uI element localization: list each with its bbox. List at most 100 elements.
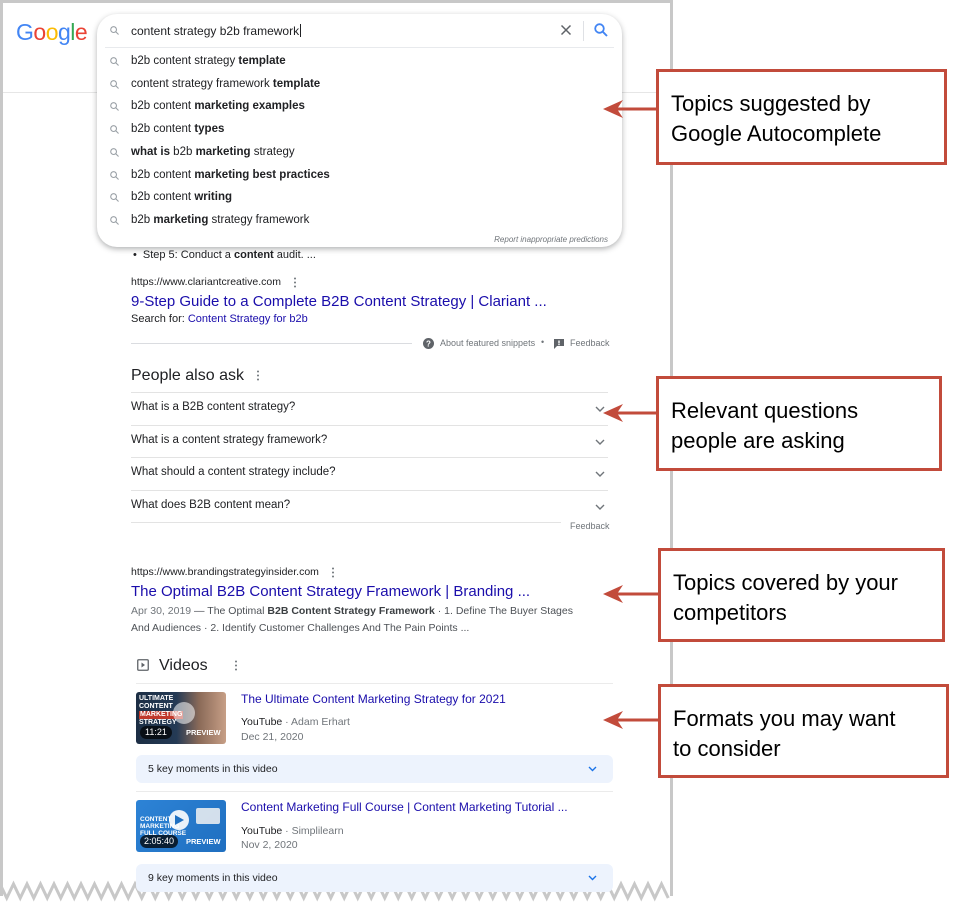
video-source: YouTube · Adam Erhart bbox=[241, 716, 350, 728]
report-predictions-link[interactable]: Report inappropriate predictions bbox=[494, 235, 608, 244]
suggestion-plain: b2b bbox=[131, 213, 154, 226]
suggestion-item[interactable]: b2b marketing strategy framework bbox=[97, 210, 622, 232]
more-options-icon[interactable] bbox=[234, 660, 238, 671]
search-query: content strategy b2b framework bbox=[131, 24, 300, 38]
snippet-bold: B2B Content Strategy Framework bbox=[267, 605, 435, 617]
logo-letter: e bbox=[74, 19, 88, 45]
suggestion-bold: what is bbox=[131, 145, 170, 158]
suggestion-item[interactable]: b2b content types bbox=[97, 119, 622, 141]
key-moments-toggle[interactable]: 5 key moments in this video bbox=[136, 755, 613, 783]
key-moments-label: 9 key moments in this video bbox=[148, 872, 278, 884]
result-date: Apr 30, 2019 bbox=[131, 605, 192, 617]
suggestion-plain: b2b content strategy bbox=[131, 55, 239, 67]
suggestion-plain: b2b content bbox=[131, 123, 195, 136]
video-duration: 11:21 bbox=[140, 726, 172, 739]
suggestion-plain: b2b content bbox=[131, 168, 195, 181]
annotation-line: people are asking bbox=[671, 428, 845, 453]
suggestion-bold: marketing bbox=[153, 213, 209, 226]
video-title-link[interactable]: Content Marketing Full Course | Content … bbox=[241, 800, 568, 814]
annotation-line: Relevant questions bbox=[671, 398, 859, 423]
annotation-line: Topics covered by your bbox=[673, 570, 898, 595]
chevron-down-icon[interactable] bbox=[594, 438, 606, 446]
search-button-icon[interactable] bbox=[593, 22, 609, 38]
suggestion-bold: marketing examples bbox=[194, 100, 305, 113]
chevron-down-icon[interactable] bbox=[594, 503, 606, 511]
search-for-link[interactable]: Content Strategy for b2b bbox=[188, 313, 308, 325]
search-icon bbox=[110, 125, 119, 135]
suggestion-text: b2b content marketing best practices bbox=[131, 169, 330, 181]
bullet-text: Step 5: Conduct a bbox=[142, 249, 234, 261]
google-logo[interactable]: Google bbox=[16, 19, 88, 46]
more-options-icon[interactable] bbox=[331, 567, 335, 578]
suggestion-item[interactable]: b2b content marketing best practices bbox=[97, 165, 622, 187]
annotation-text: Topics suggested by Google Autocomplete bbox=[671, 89, 881, 149]
suggestion-item[interactable]: b2b content strategy template bbox=[97, 51, 622, 73]
logo-letter: o bbox=[45, 19, 59, 45]
logo-letter: G bbox=[16, 19, 34, 45]
video-date: Nov 2, 2020 bbox=[241, 839, 298, 851]
feedback-link[interactable]: Feedback bbox=[570, 338, 610, 348]
suggestion-item[interactable]: b2b content marketing examples bbox=[97, 96, 622, 118]
annotation-text: Topics covered by your competitors bbox=[673, 568, 898, 628]
snippet-text: · 1. Define The Buyer Stages bbox=[434, 605, 573, 617]
paa-divider bbox=[131, 392, 608, 393]
play-button-icon bbox=[173, 702, 195, 724]
video-divider bbox=[136, 791, 613, 792]
chevron-down-icon[interactable] bbox=[594, 470, 606, 478]
annotation-arrow-icon bbox=[603, 711, 660, 729]
key-moments-toggle[interactable]: 9 key moments in this video bbox=[136, 864, 613, 892]
annotation-line: Formats you may want bbox=[673, 706, 896, 731]
suggestion-text: what is b2b marketing strategy bbox=[131, 146, 295, 158]
logo-letter: o bbox=[33, 19, 46, 45]
suggestion-item[interactable]: b2b content writing bbox=[97, 187, 622, 209]
suggestion-plain: b2b bbox=[169, 145, 196, 158]
suggestion-bold: marketing bbox=[195, 145, 251, 158]
bullet-text-end: audit. ... bbox=[273, 249, 316, 261]
clear-icon[interactable] bbox=[558, 22, 574, 38]
annotation-text: Formats you may want to consider bbox=[673, 704, 896, 764]
paa-question-text[interactable]: What does B2B content mean? bbox=[131, 499, 290, 511]
video-date: Dec 21, 2020 bbox=[241, 731, 304, 743]
preview-label: PREVIEW bbox=[186, 837, 221, 846]
video-title-link[interactable]: The Ultimate Content Marketing Strategy … bbox=[241, 692, 506, 706]
suggestion-plain: strategy framework bbox=[208, 213, 310, 226]
annotation-line: Topics suggested by bbox=[671, 91, 871, 116]
annotation-line: competitors bbox=[673, 600, 787, 625]
video-thumbnail[interactable]: ULTIMATE CONTENT MARKETING STRATEGY 11:2… bbox=[136, 692, 226, 744]
annotation-line: to consider bbox=[673, 736, 781, 761]
separator-dot: • bbox=[541, 337, 545, 347]
people-also-ask-heading: People also ask bbox=[131, 367, 244, 384]
logo-letter: g bbox=[57, 19, 71, 45]
videos-divider bbox=[136, 683, 613, 684]
annotation-callout: Formats you may want to consider bbox=[658, 684, 949, 778]
result-title-link[interactable]: The Optimal B2B Content Strategy Framewo… bbox=[131, 583, 530, 600]
more-options-icon[interactable] bbox=[293, 277, 297, 288]
paa-question-text[interactable]: What is a content strategy framework? bbox=[131, 434, 327, 446]
svg-text:?: ? bbox=[426, 340, 431, 349]
video-duration: 2:05:40 bbox=[140, 835, 179, 848]
search-icon bbox=[110, 26, 119, 35]
paa-question-text[interactable]: What is a B2B content strategy? bbox=[131, 401, 295, 413]
snippet-divider bbox=[131, 343, 412, 344]
search-icon bbox=[110, 79, 119, 89]
text-cursor bbox=[300, 24, 302, 37]
suggestion-item[interactable]: content strategy framework template bbox=[97, 74, 622, 96]
search-input[interactable]: content strategy b2b framework bbox=[131, 24, 302, 38]
more-options-icon[interactable] bbox=[256, 370, 260, 381]
annotation-callout: Topics covered by your competitors bbox=[658, 548, 945, 642]
paa-question-text[interactable]: What should a content strategy include? bbox=[131, 466, 336, 478]
thumbnail-illustration bbox=[196, 808, 220, 824]
result-url[interactable]: https://www.brandingstrategyinsider.com bbox=[131, 566, 319, 578]
suggestion-bold: marketing best practices bbox=[194, 168, 330, 181]
search-icon bbox=[110, 170, 119, 180]
feedback-icon bbox=[554, 339, 564, 349]
about-featured-snippets-link[interactable]: About featured snippets bbox=[440, 338, 535, 348]
result-title-link[interactable]: 9-Step Guide to a Complete B2B Content S… bbox=[131, 293, 547, 310]
video-thumbnail[interactable]: CONTENT MARKETING FULL COURSE 2:05:40 PR… bbox=[136, 800, 226, 852]
suggestion-item[interactable]: what is b2b marketing strategy bbox=[97, 142, 622, 164]
result-url[interactable]: https://www.clariantcreative.com bbox=[131, 276, 281, 288]
paa-divider bbox=[131, 490, 608, 491]
suggestion-bold: types bbox=[194, 123, 225, 136]
annotation-text: Relevant questions people are asking bbox=[671, 396, 858, 456]
paa-feedback-link[interactable]: Feedback bbox=[570, 521, 610, 531]
